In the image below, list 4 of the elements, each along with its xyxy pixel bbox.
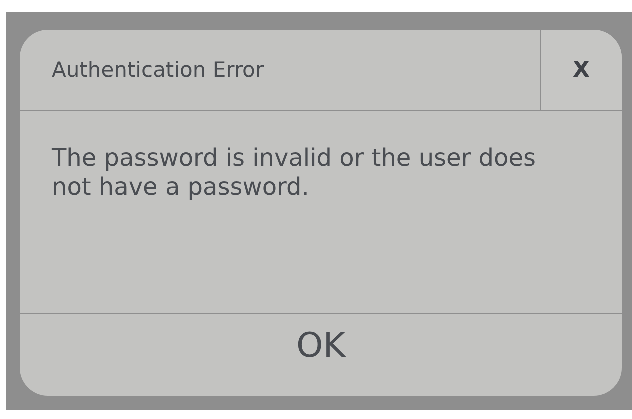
error-message: The password is invalid or the user does not have a password. — [52, 144, 537, 202]
close-button[interactable]: X — [540, 30, 622, 110]
ok-button[interactable]: OK — [276, 314, 366, 366]
dialog-title: Authentication Error — [51, 57, 266, 84]
